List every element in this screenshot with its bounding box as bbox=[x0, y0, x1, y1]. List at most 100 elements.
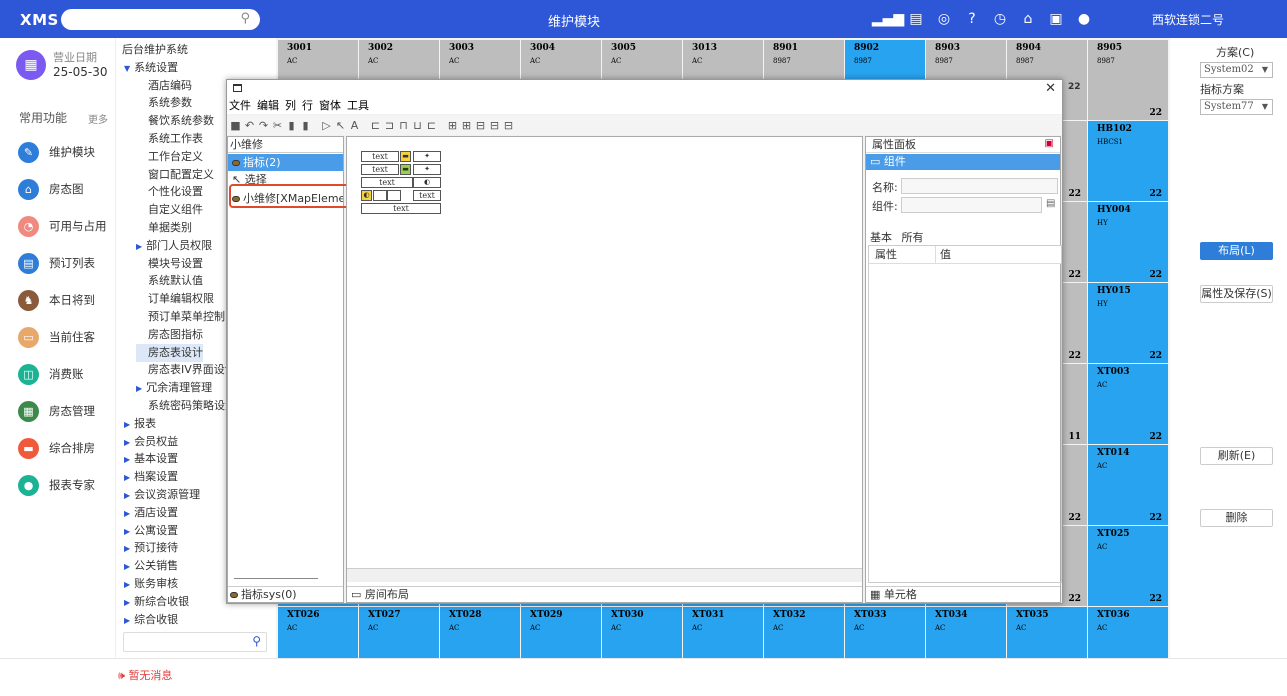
canvas-empty-element[interactable] bbox=[387, 190, 401, 201]
name-field[interactable] bbox=[901, 178, 1058, 194]
menu-item[interactable]: 列 bbox=[285, 98, 296, 114]
room-tile[interactable]: HY015 HY 22 bbox=[1088, 283, 1168, 363]
chevron-right-icon[interactable]: ▶ bbox=[124, 580, 130, 589]
canvas-text-element[interactable]: text bbox=[361, 203, 441, 214]
layout-button[interactable]: 布局(L) bbox=[1200, 242, 1273, 260]
tree-item[interactable]: ▶ 报表 bbox=[124, 415, 156, 433]
stop-icon[interactable]: ■ bbox=[229, 119, 242, 132]
horizontal-scrollbar[interactable] bbox=[347, 568, 862, 582]
lock-icon[interactable]: ▣ bbox=[1044, 10, 1068, 28]
chevron-right-icon[interactable]: ▶ bbox=[124, 509, 130, 518]
tree-item[interactable]: 房态表IV界面设计 bbox=[136, 361, 236, 379]
pointer-icon[interactable]: ↖ bbox=[334, 119, 347, 132]
room-tile[interactable]: HB102 HBCS1 22 bbox=[1088, 121, 1168, 201]
tree-item[interactable]: 后台维护系统 bbox=[122, 41, 188, 59]
grid-icon-3[interactable]: ⊟ bbox=[474, 119, 487, 132]
tree-item[interactable]: 系统工作表 bbox=[136, 130, 203, 148]
room-tile[interactable]: HY004 HY 22 bbox=[1088, 202, 1168, 282]
chevron-right-icon[interactable]: ▶ bbox=[124, 562, 130, 571]
refresh-button[interactable]: 刷新(E) bbox=[1200, 447, 1273, 465]
scheme-select[interactable]: System02 ▼ bbox=[1200, 62, 1273, 78]
edit-icon[interactable]: ▤ bbox=[1046, 198, 1055, 209]
room-tile[interactable]: XT003 AC 22 bbox=[1088, 364, 1168, 444]
cut-icon[interactable]: ✂ bbox=[271, 119, 284, 132]
chevron-right-icon[interactable]: ▶ bbox=[124, 438, 130, 447]
tree-search-input[interactable]: ⚲ bbox=[123, 632, 267, 652]
paste-icon[interactable]: ▮ bbox=[299, 119, 312, 132]
current-user[interactable]: 西软连锁二号 bbox=[1152, 11, 1224, 28]
function-item[interactable]: ▬ 综合排房 bbox=[18, 436, 95, 460]
room-tile[interactable]: XT025 AC 22 bbox=[1088, 526, 1168, 606]
tree-item[interactable]: ▶ 账务审核 bbox=[124, 575, 178, 593]
tab-basic[interactable]: 基本 bbox=[870, 231, 892, 244]
canvas-icon-element[interactable]: ✦ bbox=[413, 151, 441, 162]
tree-item[interactable]: 预订单菜单控制 bbox=[136, 308, 225, 326]
room-tile[interactable]: 8905 8987 22 bbox=[1088, 40, 1168, 120]
align-right-icon[interactable]: ⊓ bbox=[397, 119, 410, 132]
cell-tab[interactable]: ▦ 单元格 bbox=[866, 586, 1060, 602]
text-tool-icon[interactable]: A bbox=[348, 119, 361, 132]
function-item[interactable]: ● 报表专家 bbox=[18, 473, 95, 497]
function-item[interactable]: ◫ 消费账 bbox=[18, 362, 84, 386]
canvas-icon-element[interactable]: ▬ bbox=[400, 151, 411, 162]
user-icon[interactable]: ● bbox=[1072, 10, 1096, 28]
tree-item[interactable]: ▶ 冗余清理管理 bbox=[136, 379, 212, 397]
tree-item[interactable]: 窗口配置定义 bbox=[136, 166, 214, 184]
chevron-right-icon[interactable]: ▶ bbox=[124, 420, 130, 429]
tree-item[interactable]: 酒店编码 bbox=[136, 77, 192, 95]
chevron-right-icon[interactable]: ▶ bbox=[136, 384, 142, 393]
global-search-input[interactable]: ⚲ bbox=[61, 9, 260, 30]
tree-item[interactable]: ▶ 新综合收银 bbox=[124, 593, 189, 611]
canvas-icon-element[interactable]: ◐ bbox=[361, 190, 372, 201]
align-center-icon[interactable]: ⊐ bbox=[383, 119, 396, 132]
tree-item[interactable]: 订单编辑权限 bbox=[136, 290, 214, 308]
canvas-icon-element[interactable]: ✦ bbox=[413, 164, 441, 175]
tree-item[interactable]: 单据类别 bbox=[136, 219, 192, 237]
function-item[interactable]: ⌂ 房态图 bbox=[18, 177, 84, 201]
tree-item[interactable]: ▶ 综合收银 bbox=[124, 611, 178, 629]
delete-button[interactable]: 删除 bbox=[1200, 509, 1273, 527]
align-bottom-icon[interactable]: ⊏ bbox=[425, 119, 438, 132]
tree-item[interactable]: ▶ 公关销售 bbox=[124, 557, 178, 575]
more-link[interactable]: 更多 bbox=[88, 111, 108, 126]
tree-item[interactable]: 房态表设计 bbox=[136, 343, 203, 362]
tree-item[interactable]: 系统默认值 bbox=[136, 272, 203, 290]
function-item[interactable]: ◔ 可用与占用 bbox=[18, 214, 107, 238]
tree-item[interactable]: ▶ 预订接待 bbox=[124, 539, 178, 557]
tree-item[interactable]: 系统密码策略设置 bbox=[136, 397, 236, 415]
canvas-empty-element[interactable] bbox=[373, 190, 387, 201]
chevron-right-icon[interactable]: ▶ bbox=[124, 527, 130, 536]
indicator-sys-tab[interactable]: 指标sys(0) bbox=[228, 586, 343, 602]
grid-icon-2[interactable]: ⊞ bbox=[460, 119, 473, 132]
redo-icon[interactable]: ↷ bbox=[257, 119, 270, 132]
grid-icon-1[interactable]: ⊞ bbox=[446, 119, 459, 132]
tree-item[interactable]: 餐饮系统参数 bbox=[136, 112, 214, 130]
search-icon[interactable]: ⚲ bbox=[252, 634, 261, 648]
dialog-titlebar[interactable]: ✕ bbox=[227, 80, 1062, 98]
close-icon[interactable]: ✕ bbox=[1045, 81, 1056, 96]
tree-item[interactable]: 房态图指标 bbox=[136, 326, 203, 344]
function-item[interactable]: ▦ 房态管理 bbox=[18, 399, 95, 423]
tree-item[interactable]: ▶ 会员权益 bbox=[124, 433, 178, 451]
menu-item[interactable]: 窗体 bbox=[319, 98, 341, 114]
canvas-text-element[interactable]: text bbox=[361, 177, 413, 188]
room-layout-tab[interactable]: ▭ 房间布局 bbox=[347, 586, 862, 602]
chevron-right-icon[interactable]: ▶ bbox=[124, 491, 130, 500]
indicator-tree-item[interactable]: 指标(2) bbox=[228, 154, 343, 171]
signal-icon[interactable]: ▂▄▆ bbox=[872, 10, 904, 28]
canvas-icon-element[interactable]: ▬ bbox=[400, 164, 411, 175]
tree-item[interactable]: 工作台定义 bbox=[136, 148, 203, 166]
canvas-text-element[interactable]: text bbox=[361, 151, 399, 162]
tree-item[interactable]: 个性化设置 bbox=[136, 183, 203, 201]
chevron-right-icon[interactable]: ▶ bbox=[124, 544, 130, 553]
chevron-right-icon[interactable]: ▶ bbox=[124, 598, 130, 607]
chevron-right-icon[interactable]: ▶ bbox=[124, 455, 130, 464]
help-icon[interactable]: ? bbox=[960, 10, 984, 28]
tree-item[interactable]: 模块号设置 bbox=[136, 255, 203, 273]
tree-item[interactable]: ▼ 系统设置 bbox=[124, 59, 178, 77]
tree-item[interactable]: 自定义组件 bbox=[136, 201, 203, 219]
canvas-text-element[interactable]: text bbox=[361, 164, 399, 175]
function-item[interactable]: ♞ 本日将到 bbox=[18, 288, 95, 312]
pin-icon[interactable]: ▣ bbox=[1045, 138, 1054, 149]
menu-item[interactable]: 行 bbox=[302, 98, 313, 114]
